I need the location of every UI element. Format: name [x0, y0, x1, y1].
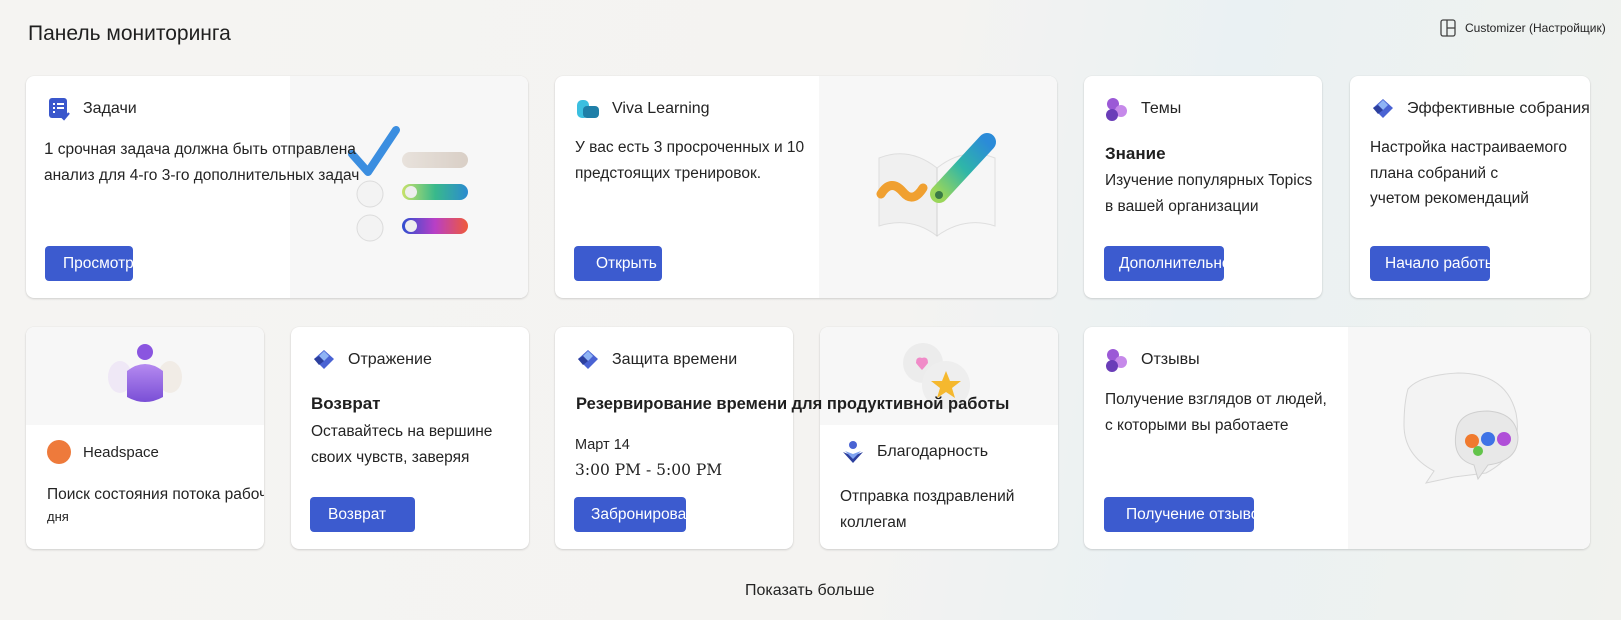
protect-time-subtitle: Резервирование времени для продуктивной …	[576, 395, 1010, 413]
reflection-card: Отражение Возврат Оставайтесь на вершине…	[291, 327, 529, 549]
protect-time-date: Март 14	[575, 437, 630, 453]
headspace-card: Headspace Поиск состояния потока рабочег…	[26, 327, 264, 549]
viva-learning-open-button[interactable]: Открыть	[574, 246, 662, 281]
viva-insights-icon	[575, 347, 601, 373]
tasks-count: 1	[44, 139, 54, 158]
feedback-header: Отзывы	[1104, 347, 1200, 373]
headspace-description: Поиск состояния потока рабочего дня	[47, 486, 264, 524]
meetings-title: Эффективные собрания	[1407, 100, 1590, 117]
protect-time-book-button[interactable]: Забронировать	[574, 497, 686, 532]
reflection-header: Отражение	[311, 347, 432, 373]
viva-insights-icon	[311, 347, 337, 373]
layout-panel-icon	[1440, 19, 1456, 37]
protect-time-time: 3:00 PM - 5:00 PM	[575, 461, 723, 479]
meetings-description: Настройка настраиваемого плана собраний …	[1370, 139, 1568, 207]
feedback-title: Отзывы	[1141, 351, 1200, 368]
topics-icon	[1104, 96, 1130, 122]
tasks-header: Задачи	[46, 96, 137, 122]
tasks-card: Задачи 1 срочная задача должна быть отпр…	[26, 76, 528, 298]
feedback-get-button[interactable]: Получение отзывов	[1104, 497, 1254, 532]
praise-icon	[840, 439, 866, 465]
praise-title: Благодарность	[877, 443, 989, 460]
topics-card: Темы Знание Изучение популярных Topics в…	[1084, 76, 1322, 298]
viva-learning-description: У вас есть 3 просроченных и 10 предстоящ…	[575, 139, 805, 182]
topics-description: Изучение популярных Topics в вашей орган…	[1105, 172, 1313, 215]
feedback-card: Отзывы Получение взглядов от людей, с ко…	[1084, 327, 1590, 549]
feedback-description: Получение взглядов от людей, с которыми …	[1105, 391, 1327, 434]
reflection-subtitle: Возврат	[311, 394, 381, 413]
praise-description: Отправка поздравлений коллегам	[840, 488, 1015, 531]
topics-title: Темы	[1141, 100, 1182, 117]
headspace-title: Headspace	[83, 443, 159, 461]
topics-subtitle: Знание	[1105, 144, 1166, 163]
meetings-start-button[interactable]: Начало работы	[1370, 246, 1490, 281]
headspace-header: Headspace	[46, 439, 159, 465]
tasks-icon	[46, 96, 72, 122]
feedback-illustration	[1348, 327, 1590, 549]
tasks-description: 1 срочная задача должна быть отправлена …	[44, 139, 360, 184]
meetings-header: Эффективные собрания	[1370, 96, 1590, 122]
reflection-title: Отражение	[348, 351, 432, 368]
viva-learning-header: Viva Learning	[575, 96, 710, 122]
page-title: Панель мониторинга	[28, 22, 231, 45]
learning-illustration	[819, 76, 1057, 298]
viva-learning-title: Viva Learning	[612, 100, 710, 117]
viva-insights-icon	[1370, 96, 1396, 122]
topics-header: Темы	[1104, 96, 1181, 122]
viva-learning-icon	[575, 96, 601, 122]
show-more-link[interactable]: Показать больше	[745, 582, 875, 600]
headspace-illustration	[26, 327, 264, 425]
meetings-card: Эффективные собрания Настройка настраива…	[1350, 76, 1590, 298]
headspace-icon	[46, 439, 72, 465]
protect-time-title: Защита времени	[612, 351, 738, 368]
tasks-view-button[interactable]: Просмотреть	[45, 246, 133, 281]
praise-header: Благодарность	[840, 439, 988, 465]
praise-card: Благодарность Отправка поздравлений колл…	[820, 327, 1058, 549]
customizer-button[interactable]: Customizer (Настройщик)	[1440, 19, 1606, 37]
protect-time-card: Защита времени Март 14 3:00 PM - 5:00 PM…	[555, 327, 793, 549]
reflection-description: Оставайтесь на вершине своих чувств, зав…	[311, 423, 493, 466]
topics-more-button[interactable]: Дополнительно	[1104, 246, 1224, 281]
viva-learning-card: Viva Learning У вас есть 3 просроченных …	[555, 76, 1057, 298]
protect-time-header: Защита времени	[575, 347, 737, 373]
reflection-return-button[interactable]: Возврат	[310, 497, 415, 532]
feedback-icon	[1104, 347, 1130, 373]
tasks-title: Задачи	[83, 100, 137, 117]
customizer-label: Customizer (Настройщик)	[1465, 21, 1606, 35]
